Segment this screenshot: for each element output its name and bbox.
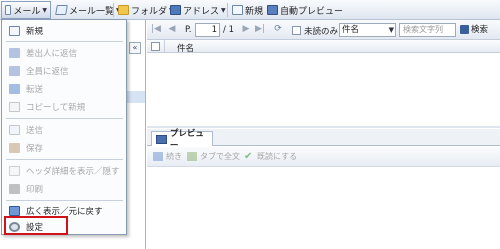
main-toolbar: メール ▼ メール一覧 ▼ フォルダ ▼ アドレス ▼ 新規 自動プレビュー <box>0 0 500 20</box>
preview-toolbar: 続き タブで全文 ✔ 既読にする <box>147 147 500 167</box>
chevron-down-icon: ▼ <box>388 26 394 34</box>
new-mail-button[interactable]: 新規 <box>229 1 266 19</box>
unread-only-label: 未読のみ <box>304 27 339 37</box>
last-page-icon[interactable]: ▶| <box>255 24 265 35</box>
mail-list-header: 件名 <box>147 40 500 54</box>
menu-item-label: コピーして新規 <box>26 102 86 113</box>
search-icon <box>460 24 469 34</box>
auto-preview-button[interactable]: 自動プレビュー <box>264 1 346 19</box>
next-page-icon[interactable]: ▶ <box>241 24 251 35</box>
menu-item-print[interactable]: 印刷 <box>4 180 125 197</box>
menu-separator <box>6 118 123 119</box>
tab-preview[interactable]: プレビュー <box>151 129 213 151</box>
page-prefix: P. <box>185 25 192 35</box>
header-icon <box>9 165 20 176</box>
search-field-select[interactable]: 件名 ▼ <box>339 23 396 37</box>
reply-icon <box>9 47 20 58</box>
menu-item-toggle-header[interactable]: ヘッダ詳細を表示／隠す <box>4 162 125 179</box>
search-input[interactable]: 検索文字列 <box>399 23 456 37</box>
menu-item-label: 送信 <box>26 125 44 136</box>
mail-menu-label: メール <box>13 6 41 17</box>
menu-item-label: ヘッダ詳細を表示／隠す <box>26 166 120 177</box>
menu-item-label: 新規 <box>26 26 44 37</box>
save-icon <box>9 142 20 153</box>
subject-column-header[interactable]: 件名 <box>177 42 194 54</box>
folder-icon <box>118 5 129 15</box>
mark-read-label: 既読にする <box>257 152 298 161</box>
menu-item-new[interactable]: 新規 <box>4 22 125 39</box>
new-mail-icon <box>232 5 243 15</box>
mark-read-button[interactable]: ✔ 既読にする <box>244 151 297 162</box>
menu-item-send[interactable]: 送信 <box>4 121 125 138</box>
menu-item-label: 差出人に返信 <box>26 48 78 59</box>
mail-menu-button[interactable]: メール ▼ <box>1 1 51 19</box>
tab-open-icon <box>187 152 197 161</box>
address-button[interactable]: アドレス ▼ <box>167 1 229 19</box>
address-label: アドレス <box>183 6 220 17</box>
new-mail-icon <box>9 25 20 36</box>
new-mail-label: 新規 <box>245 6 264 17</box>
continue-label: 続き <box>166 152 182 161</box>
mail-icon <box>5 5 12 15</box>
unread-only-checkbox[interactable] <box>292 26 301 35</box>
address-book-icon <box>170 5 181 15</box>
preview-tabbar: プレビュー <box>147 129 500 151</box>
menu-item-forward[interactable]: 転送 <box>4 80 125 97</box>
reply-all-icon <box>9 65 20 76</box>
forward-icon <box>9 83 20 94</box>
menu-separator <box>6 159 123 160</box>
page-number-input[interactable]: 1 <box>195 23 220 37</box>
column-divider <box>164 40 165 53</box>
copy-icon <box>9 101 20 112</box>
send-icon <box>9 124 20 135</box>
menu-item-label: 印刷 <box>26 184 44 195</box>
expand-view-icon <box>9 205 20 216</box>
refresh-icon[interactable]: ⟳ <box>273 24 283 35</box>
mail-dropdown-menu: 新規 差出人に返信 全員に返信 転送 コピーして新規 送信 保存 ヘッダ詳細を表… <box>1 19 127 235</box>
menu-separator <box>6 200 123 201</box>
download-icon <box>153 152 163 161</box>
open-in-tab-label: タブで全文 <box>200 152 240 161</box>
select-all-checkbox[interactable] <box>151 42 160 51</box>
toolbar-divider <box>227 3 228 17</box>
list-navigation-bar: |◀ ◀ P. 1 / 1 ▶ ▶| ⟳ 未読のみ 件名 ▼ 検索文字列 検索 <box>147 20 500 40</box>
menu-item-label: 広く表示／元に戻す <box>26 206 103 217</box>
toolbar-divider <box>113 3 114 17</box>
check-icon: ✔ <box>244 151 253 162</box>
preview-icon <box>267 5 278 15</box>
chevron-down-icon: ▼ <box>42 6 47 14</box>
chevron-down-icon: ▼ <box>221 6 226 14</box>
menu-item-reply[interactable]: 差出人に返信 <box>4 44 125 61</box>
menu-item-label: 全員に返信 <box>26 66 69 77</box>
folder-label: フォルダ <box>131 6 168 17</box>
continue-button[interactable]: 続き <box>153 151 182 162</box>
first-page-icon[interactable]: |◀ <box>151 24 161 35</box>
menu-item-label: 保存 <box>26 143 44 154</box>
mail-list-label: メール一覧 <box>69 6 115 17</box>
mail-list-icon <box>55 5 68 15</box>
menu-separator <box>6 41 123 42</box>
auto-preview-label: 自動プレビュー <box>280 6 344 17</box>
menu-item-save[interactable]: 保存 <box>4 139 125 156</box>
collapse-pane-button[interactable]: « <box>129 42 141 54</box>
selected-folder-row[interactable] <box>127 91 145 103</box>
settings-highlight-box <box>4 216 68 235</box>
search-button[interactable]: 検索 <box>460 23 488 35</box>
page-total: / 1 <box>223 25 234 35</box>
preview-icon <box>156 134 167 144</box>
prev-page-icon[interactable]: ◀ <box>167 24 177 35</box>
print-icon <box>9 183 20 194</box>
open-in-tab-button[interactable]: タブで全文 <box>187 151 240 162</box>
menu-item-label: 転送 <box>26 84 44 95</box>
menu-item-reply-all[interactable]: 全員に返信 <box>4 62 125 79</box>
search-field-value: 件名 <box>342 25 360 35</box>
menu-item-copy-new[interactable]: コピーして新規 <box>4 98 125 115</box>
search-button-label: 検索 <box>471 25 489 35</box>
